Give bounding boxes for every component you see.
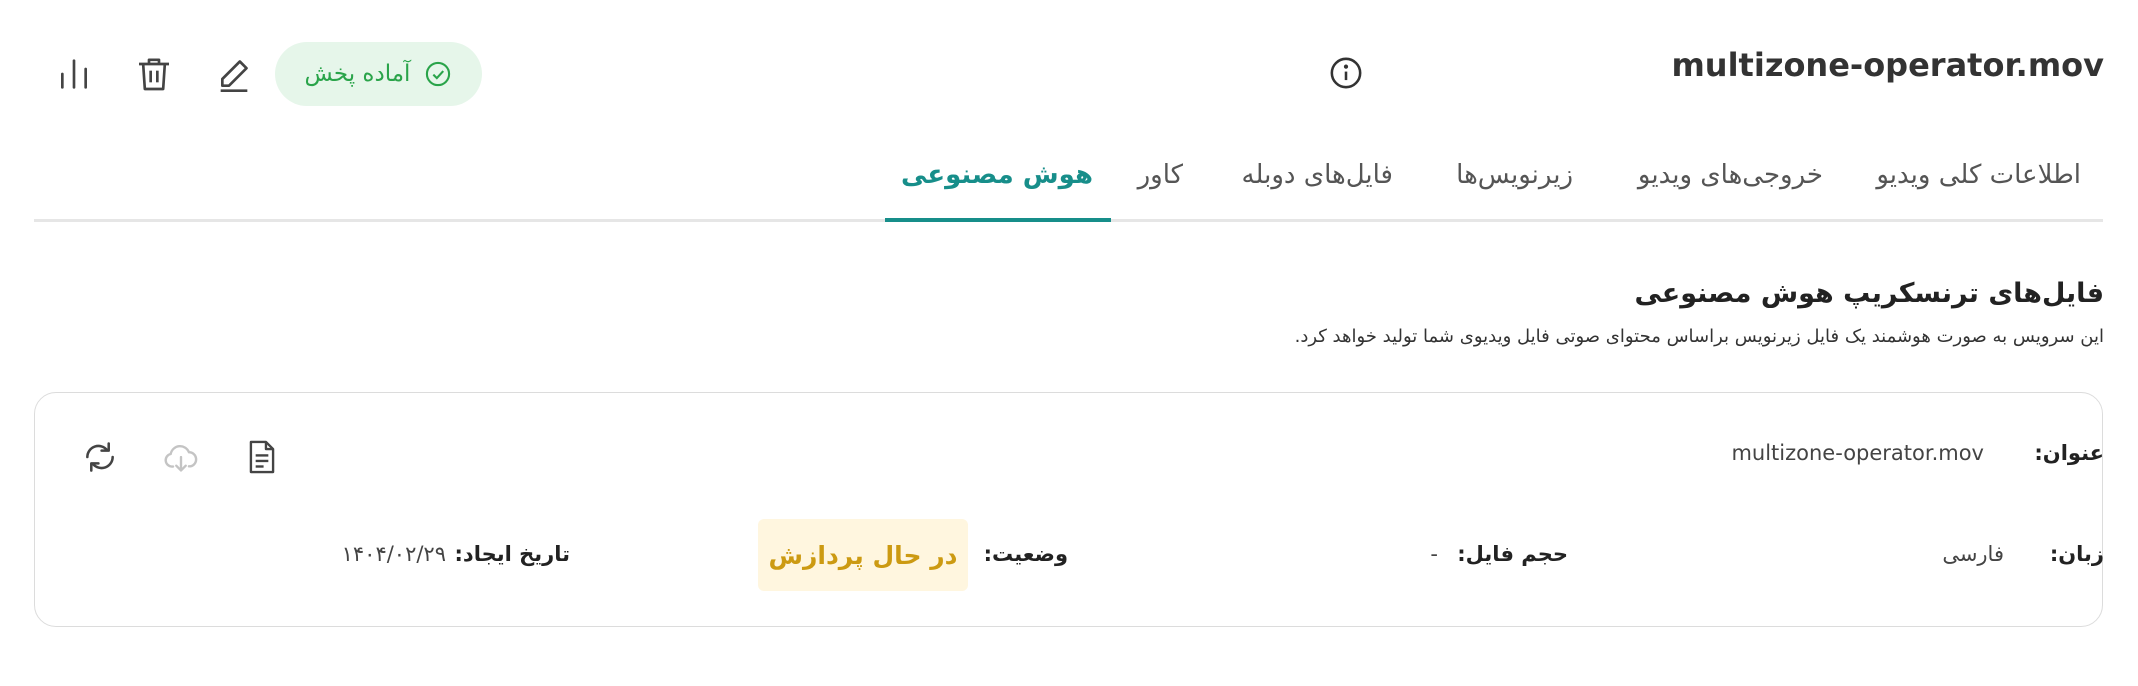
stats-button[interactable] bbox=[54, 54, 94, 94]
trash-icon bbox=[139, 58, 169, 91]
title-label: عنوان: bbox=[2034, 441, 2104, 465]
created-date-label: تاریخ ایجاد: bbox=[454, 542, 570, 566]
file-size-label: حجم فایل: bbox=[1457, 542, 1568, 566]
language-value: فارسی bbox=[1942, 542, 2004, 566]
file-size-value: - bbox=[1430, 542, 1438, 566]
language-label: زبان: bbox=[2049, 542, 2104, 566]
pencil-icon bbox=[220, 60, 248, 92]
section-title: فایل‌های ترنسکریپ هوش مصنوعی bbox=[1634, 278, 2104, 309]
tab-bar: اطلاعات کلی ویدیو خروجی‌های ویدیو زیرنوی… bbox=[34, 140, 2103, 222]
tab-video-outputs[interactable]: خروجی‌های ویدیو bbox=[1638, 160, 1823, 190]
tab-ai[interactable]: هوش مصنوعی bbox=[901, 160, 1093, 190]
file-title: multizone-operator.mov bbox=[1671, 46, 2104, 84]
tab-dubbing-files[interactable]: فایل‌های دوبله bbox=[1242, 160, 1393, 190]
download-button[interactable] bbox=[162, 438, 200, 476]
processing-status-text: در حال پردازش bbox=[768, 540, 958, 570]
tab-subtitles[interactable]: زیرنویس‌ها bbox=[1456, 160, 1573, 190]
cloud-download-icon bbox=[164, 445, 198, 472]
ready-status-badge: آماده پخش bbox=[275, 42, 482, 106]
delete-button[interactable] bbox=[134, 54, 174, 94]
edit-button[interactable] bbox=[214, 54, 254, 94]
created-date-value: ۱۴۰۴/۰۲/۲۹ bbox=[341, 542, 446, 566]
section-description: این سرویس به صورت هوشمند یک فایل زیرنویس… bbox=[1294, 326, 2104, 347]
info-icon[interactable] bbox=[1329, 56, 1363, 90]
tab-cover[interactable]: کاور bbox=[1138, 160, 1183, 190]
ready-status-label: آماده پخش bbox=[304, 61, 411, 87]
bar-chart-icon bbox=[61, 59, 87, 89]
refresh-button[interactable] bbox=[81, 438, 119, 476]
check-circle-icon bbox=[426, 61, 451, 87]
active-tab-indicator bbox=[885, 218, 1111, 222]
title-value: multizone-operator.mov bbox=[1731, 441, 1984, 465]
processing-status-badge: در حال پردازش bbox=[758, 519, 968, 591]
tab-video-info[interactable]: اطلاعات کلی ویدیو bbox=[1876, 160, 2081, 190]
transcript-card bbox=[34, 392, 2103, 627]
status-label: وضعیت: bbox=[983, 542, 1068, 566]
refresh-icon bbox=[86, 442, 114, 472]
transcript-file-button[interactable] bbox=[243, 438, 281, 476]
document-icon bbox=[249, 440, 275, 474]
